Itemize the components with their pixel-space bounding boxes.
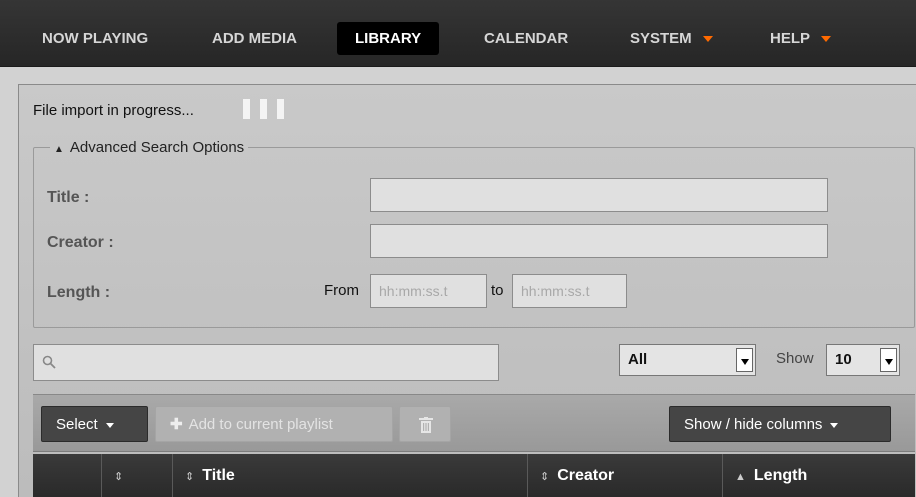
- length-from-input[interactable]: hh:mm:ss.t: [370, 274, 487, 308]
- chevron-down-icon: [821, 36, 832, 43]
- column-creator-label: Creator: [557, 467, 615, 484]
- search-icon: [42, 355, 56, 369]
- advanced-search-legend: Advanced Search Options: [69, 139, 245, 156]
- select-button[interactable]: Select: [41, 406, 148, 442]
- dropdown-arrow-icon[interactable]: [736, 348, 753, 372]
- plus-icon: ✚: [170, 416, 183, 433]
- page-size-select[interactable]: 10: [826, 344, 900, 376]
- trash-icon: [419, 417, 433, 433]
- title-label: Title :: [47, 189, 90, 206]
- nav-help[interactable]: HELP: [752, 22, 849, 55]
- dropdown-arrow-icon[interactable]: [880, 348, 897, 372]
- progress-indicator-block: [243, 99, 250, 119]
- nav-system-label: SYSTEM: [630, 30, 692, 47]
- from-label: From: [324, 282, 359, 299]
- title-input[interactable]: [370, 178, 828, 212]
- column-creator-header[interactable]: ⇕ Creator: [527, 454, 722, 497]
- chevron-down-icon: [830, 422, 839, 428]
- page-size-value: 10: [835, 351, 852, 368]
- advanced-search-toggle[interactable]: ▲︎ Advanced Search Options: [50, 139, 248, 156]
- nav-system[interactable]: SYSTEM: [612, 22, 731, 55]
- add-to-playlist-label: Add to current playlist: [188, 416, 333, 433]
- media-type-value: All: [628, 351, 648, 368]
- progress-indicator-block: [260, 99, 267, 119]
- column-status-header[interactable]: ⇕: [101, 454, 172, 497]
- chevron-down-icon: [105, 422, 114, 428]
- column-title-label: Title: [202, 467, 235, 484]
- column-title-header[interactable]: ⇕ Title: [172, 454, 527, 497]
- add-to-playlist-button[interactable]: ✚ Add to current playlist: [155, 406, 393, 442]
- delete-button[interactable]: [399, 406, 451, 442]
- column-length-label: Length: [753, 467, 808, 484]
- show-hide-columns-label: Show / hide columns: [684, 416, 823, 433]
- sort-ascending-icon: ▲: [735, 471, 746, 483]
- show-hide-columns-button[interactable]: Show / hide columns: [669, 406, 891, 442]
- creator-label: Creator :: [47, 234, 114, 251]
- nav-help-label: HELP: [770, 30, 811, 47]
- sort-icon: ⇕: [540, 471, 550, 483]
- expand-toggle-icon: ▲︎: [54, 144, 64, 155]
- nav-now-playing[interactable]: NOW PLAYING: [24, 22, 166, 55]
- column-checkbox-header[interactable]: [33, 454, 101, 497]
- to-label: to: [491, 282, 504, 299]
- select-button-label: Select: [56, 416, 98, 433]
- progress-indicator-block: [277, 99, 284, 119]
- creator-input[interactable]: [370, 224, 828, 258]
- sort-icon: ⇕: [185, 471, 195, 483]
- length-label: Length :: [47, 284, 111, 301]
- nav-add-media[interactable]: ADD MEDIA: [194, 22, 315, 55]
- import-progress-text: File import in progress...: [33, 102, 194, 119]
- nav-calendar[interactable]: CALENDAR: [466, 22, 586, 55]
- nav-library[interactable]: LIBRARY: [337, 22, 440, 55]
- show-label: Show: [776, 350, 814, 367]
- search-input[interactable]: [33, 344, 499, 381]
- column-length-header[interactable]: ▲ Length: [722, 454, 915, 497]
- length-to-input[interactable]: hh:mm:ss.t: [512, 274, 627, 308]
- media-type-select[interactable]: All: [619, 344, 756, 376]
- top-navigation: NOW PLAYING ADD MEDIA LIBRARY CALENDAR S…: [0, 0, 916, 67]
- chevron-down-icon: [702, 36, 713, 43]
- sort-icon: ⇕: [114, 471, 124, 483]
